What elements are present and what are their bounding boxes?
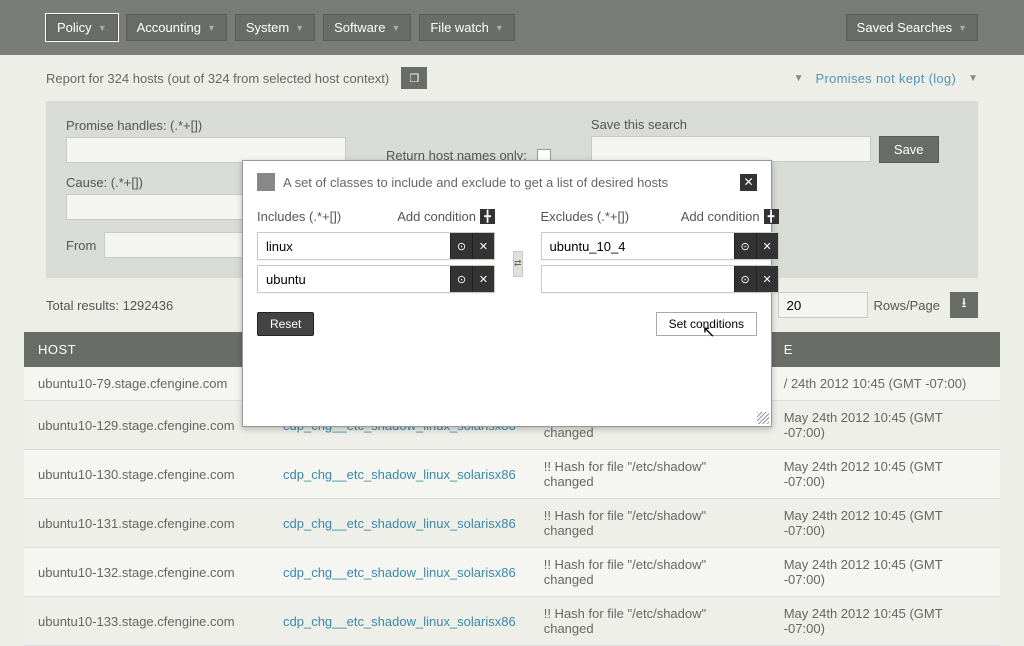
col-host[interactable]: HOST [24,332,269,367]
cell-host: ubuntu10-129.stage.cfengine.com [24,401,269,450]
cell-time: May 24th 2012 10:45 (GMT -07:00) [770,401,1000,450]
top-toolbar: Policy▼ Accounting▼ System▼ Software▼ Fi… [0,0,1024,55]
cell-handle[interactable]: cdp_chg__etc_shadow_linux_solarisx86 [269,597,530,646]
cell-host: ubuntu10-130.stage.cfengine.com [24,450,269,499]
target-icon[interactable]: ⊙ [450,266,472,292]
total-results-label: Total results: 1292436 [46,298,173,313]
window-icon: ❐ [409,72,419,85]
download-icon: ⭳ [962,294,967,316]
cell-time: / 24th 2012 10:45 (GMT -07:00) [770,367,1000,401]
cell-host: ubuntu10-79.stage.cfengine.com [24,367,269,401]
excludes-label: Excludes (.*+[]) [541,209,630,224]
table-row[interactable]: ubuntu10-130.stage.cfengine.comcdp_chg__… [24,450,1000,499]
toolbar-software[interactable]: Software▼ [323,14,411,41]
cell-time: May 24th 2012 10:45 (GMT -07:00) [770,548,1000,597]
target-icon[interactable]: ⊙ [450,233,472,259]
exclude-condition-input[interactable] [542,233,734,259]
from-label: From [66,238,96,253]
caret-down-icon[interactable]: ▼ [968,73,978,84]
report-summary: Report for 324 hosts (out of 324 from se… [46,71,389,86]
target-icon[interactable]: ⊙ [734,266,756,292]
caret-down-icon: ▼ [794,73,804,84]
toolbar-filewatch[interactable]: File watch▼ [419,14,514,41]
conditions-modal: A set of classes to include and exclude … [242,160,772,427]
save-search-label: Save this search [591,117,939,132]
excludes-column: Excludes (.*+[]) Add condition╋ ⊙✕⊙✕ [541,209,779,298]
cell-time: May 24th 2012 10:45 (GMT -07:00) [770,499,1000,548]
includes-column: Includes (.*+[]) Add condition╋ ⊙✕⊙✕ [257,209,495,298]
toolbar-saved-searches[interactable]: Saved Searches▼ [846,14,978,41]
includes-label: Includes (.*+[]) [257,209,341,224]
save-search-input[interactable] [591,136,871,162]
cause-input[interactable] [66,194,246,220]
report-bar: Report for 324 hosts (out of 324 from se… [0,55,1024,101]
plus-icon: ╋ [764,209,779,224]
remove-condition-button[interactable]: ✕ [756,266,778,292]
col-time[interactable]: E [770,332,1000,367]
target-icon[interactable]: ⊙ [734,233,756,259]
cell-handle[interactable]: cdp_chg__etc_shadow_linux_solarisx86 [269,499,530,548]
cell-time: May 24th 2012 10:45 (GMT -07:00) [770,597,1000,646]
resize-handle[interactable] [757,412,769,424]
modal-title: A set of classes to include and exclude … [283,175,668,190]
exclude-condition-row: ⊙✕ [541,265,779,293]
cell-note: !! Hash for file "/etc/shadow" changed [530,548,770,597]
caret-down-icon: ▼ [495,23,504,33]
plus-icon: ╋ [480,209,495,224]
caret-down-icon: ▼ [295,23,304,33]
include-condition-row: ⊙✕ [257,265,495,293]
caret-down-icon: ▼ [958,23,967,33]
cell-handle[interactable]: cdp_chg__etc_shadow_linux_solarisx86 [269,548,530,597]
include-condition-input[interactable] [258,266,450,292]
close-icon: ✕ [743,175,753,189]
remove-condition-button[interactable]: ✕ [472,266,494,292]
caret-down-icon: ▼ [207,23,216,33]
cell-time: May 24th 2012 10:45 (GMT -07:00) [770,450,1000,499]
swap-button[interactable]: ⇄ [513,251,523,277]
caret-down-icon: ▼ [391,23,400,33]
include-condition-input[interactable] [258,233,450,259]
save-search-button[interactable]: Save [879,136,939,163]
add-exclude-button[interactable]: Add condition╋ [681,209,779,224]
swap-icon: ⇄ [514,258,522,269]
toolbar-system[interactable]: System▼ [235,14,315,41]
exclude-condition-row: ⊙✕ [541,232,779,260]
report-name-link[interactable]: Promises not kept (log) [816,71,957,86]
reset-button[interactable]: Reset [257,312,314,336]
exclude-condition-input[interactable] [542,266,734,292]
table-row[interactable]: ubuntu10-131.stage.cfengine.comcdp_chg__… [24,499,1000,548]
remove-condition-button[interactable]: ✕ [472,233,494,259]
close-button[interactable]: ✕ [740,174,757,191]
toolbar-accounting[interactable]: Accounting▼ [126,14,227,41]
cell-note: !! Hash for file "/etc/shadow" changed [530,597,770,646]
cell-handle[interactable]: cdp_chg__etc_shadow_linux_solarisx86 [269,450,530,499]
table-row[interactable]: ubuntu10-133.stage.cfengine.comcdp_chg__… [24,597,1000,646]
download-button[interactable]: ⭳ [950,292,978,318]
add-include-button[interactable]: Add condition╋ [397,209,495,224]
rows-per-page-label: Rows/Page [874,298,940,313]
caret-down-icon: ▼ [98,23,107,33]
table-row[interactable]: ubuntu10-132.stage.cfengine.comcdp_chg__… [24,548,1000,597]
cell-note: !! Hash for file "/etc/shadow" changed [530,450,770,499]
expand-context-button[interactable]: ❐ [401,67,427,89]
promise-handles-label: Promise handles: (.*+[]) [66,118,346,133]
toolbar-policy[interactable]: Policy▼ [46,14,118,41]
set-conditions-button[interactable]: Set conditions [656,312,757,336]
cause-label: Cause: (.*+[]) [66,175,246,190]
cell-host: ubuntu10-132.stage.cfengine.com [24,548,269,597]
cell-host: ubuntu10-131.stage.cfengine.com [24,499,269,548]
rows-per-page-input[interactable] [778,292,868,318]
include-condition-row: ⊙✕ [257,232,495,260]
remove-condition-button[interactable]: ✕ [756,233,778,259]
hosts-icon [257,173,275,191]
cell-host: ubuntu10-133.stage.cfengine.com [24,597,269,646]
cell-note: !! Hash for file "/etc/shadow" changed [530,499,770,548]
